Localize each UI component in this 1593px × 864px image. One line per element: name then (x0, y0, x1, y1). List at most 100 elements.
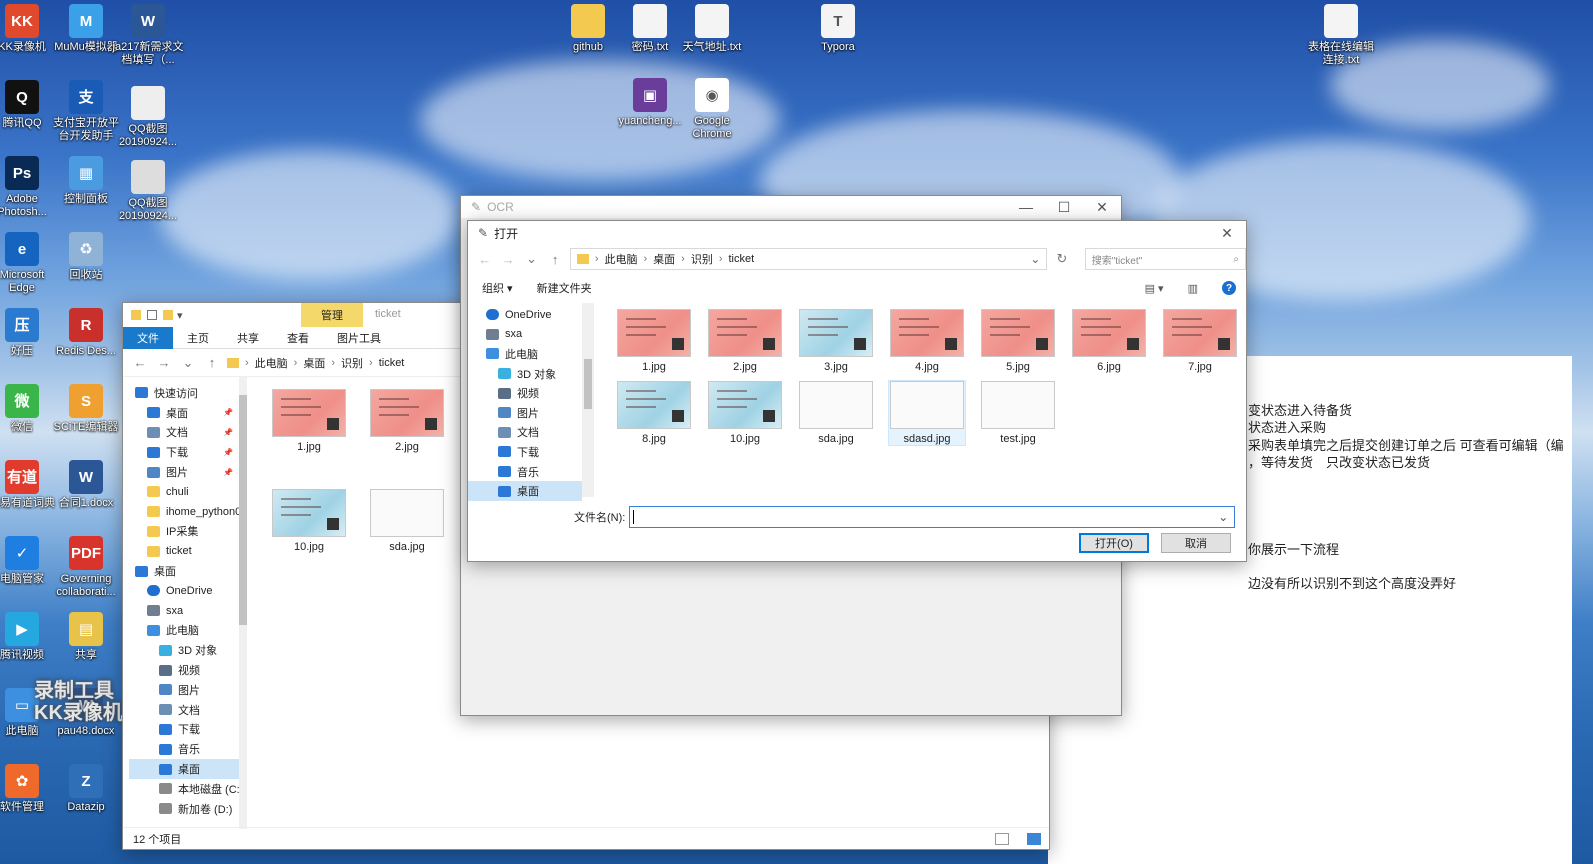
file-thumbnail[interactable]: 6.jpg (1071, 309, 1147, 373)
breadcrumb-item[interactable]: 桌面 (303, 355, 325, 371)
breadcrumb-item[interactable]: 识别 (691, 251, 713, 267)
desktop-shortcut[interactable]: S SCiTE编辑器 (50, 384, 122, 434)
maximize-icon[interactable]: ☐ (1045, 199, 1083, 216)
breadcrumb-separator-icon[interactable]: › (245, 357, 249, 369)
desktop-shortcut[interactable]: ▤ 共享 (50, 612, 122, 662)
nav-tree-item[interactable]: OneDrive (129, 581, 239, 601)
forward-arrow-icon[interactable]: → (155, 355, 173, 370)
new-folder-button[interactable]: 新建文件夹 (537, 280, 592, 296)
pin-icon[interactable]: 📌 (223, 428, 233, 437)
nav-tree-item[interactable]: OneDrive (468, 305, 582, 325)
nav-tree-item[interactable]: 视频 (468, 383, 582, 403)
file-thumbnail[interactable]: sda.jpg (369, 489, 445, 553)
back-arrow-icon[interactable]: ← (131, 355, 149, 370)
nav-tree-item[interactable]: 音乐 (468, 462, 582, 482)
ribbon-tab[interactable]: 主页 (173, 327, 223, 349)
ribbon-tab[interactable]: 文件 (123, 326, 173, 349)
nav-tree-item[interactable]: 文档 📌 (129, 423, 239, 443)
scrollbar-thumb[interactable] (584, 359, 592, 409)
details-view-icon[interactable] (995, 832, 1009, 845)
breadcrumb-item[interactable]: 桌面 (653, 251, 675, 267)
preview-pane-icon[interactable]: ▥ (1188, 282, 1198, 295)
nav-tree-item[interactable]: IP采集 (129, 522, 239, 542)
file-thumbnail[interactable]: 7.jpg (1162, 309, 1238, 373)
breadcrumb-separator-icon[interactable]: › (681, 253, 685, 265)
file-thumbnail[interactable]: 3.jpg (798, 309, 874, 373)
ribbon-manage-tab[interactable]: 管理 (301, 303, 363, 327)
breadcrumb-separator-icon[interactable]: › (369, 357, 373, 369)
nav-tree-item[interactable]: 下载 (129, 720, 239, 740)
nav-tree-item[interactable]: 本地磁盘 (C:) (129, 779, 239, 799)
file-thumbnail[interactable]: 1.jpg (616, 309, 692, 373)
file-thumbnail[interactable]: test.jpg (980, 381, 1056, 445)
scrollbar-thumb[interactable] (239, 395, 247, 625)
file-thumbnail[interactable]: sda.jpg (798, 381, 874, 445)
filename-input[interactable]: ⌄ (629, 506, 1236, 528)
file-thumbnail[interactable]: 2.jpg (369, 389, 445, 453)
recent-dropdown-icon[interactable]: ⌄ (523, 251, 540, 267)
breadcrumb-item[interactable]: 此电脑 (255, 355, 288, 371)
breadcrumb-separator-icon[interactable]: › (331, 357, 335, 369)
change-view-icon[interactable]: ▤ ▾ (1145, 282, 1164, 295)
nav-tree-item[interactable]: ihome_python0 (129, 502, 239, 522)
nav-tree-item[interactable]: 下载 📌 (129, 442, 239, 462)
nav-tree-item[interactable]: 图片 (468, 403, 582, 423)
desktop-shortcut[interactable]: QQ截图20190924... (112, 160, 184, 223)
breadcrumb-separator-icon[interactable]: › (595, 253, 599, 265)
desktop-shortcut[interactable]: Wja217新需求文档填写（... (112, 4, 184, 67)
nav-tree-item[interactable]: 视频 (129, 660, 239, 680)
breadcrumb-item[interactable]: 此电脑 (604, 251, 637, 267)
search-icon[interactable]: ⌕ (1233, 254, 1239, 265)
file-thumbnail[interactable]: 1.jpg (271, 389, 347, 453)
pin-icon[interactable]: 📌 (223, 408, 233, 417)
nav-tree-item[interactable]: 新加卷 (D:) (129, 799, 239, 819)
nav-tree-item[interactable]: sxa (129, 601, 239, 621)
nav-tree-item[interactable]: 文档 (129, 700, 239, 720)
minimize-icon[interactable]: — (1007, 199, 1045, 215)
nav-tree-item[interactable]: chuli (129, 482, 239, 502)
breadcrumb-item[interactable]: 识别 (341, 355, 363, 371)
ribbon-tab[interactable]: 图片工具 (323, 327, 395, 349)
pin-icon[interactable]: 📌 (223, 448, 233, 457)
dialog-close-icon[interactable]: ✕ (1208, 225, 1246, 242)
breadcrumb-separator-icon[interactable]: › (719, 253, 723, 265)
desktop-shortcut[interactable]: ♻ 回收站 (50, 232, 122, 282)
desktop-shortcut[interactable]: Z Datazip (50, 764, 122, 814)
search-box[interactable]: 搜索"ticket" ⌕ (1084, 248, 1246, 270)
nav-tree-item[interactable]: 音乐 (129, 739, 239, 759)
file-thumbnail[interactable]: 10.jpg (707, 381, 783, 445)
file-thumbnail[interactable]: 4.jpg (889, 309, 965, 373)
nav-tree-item[interactable]: 3D 对象 (129, 640, 239, 660)
help-icon[interactable]: ? (1222, 281, 1236, 295)
back-arrow-icon[interactable]: ← (476, 252, 493, 267)
ribbon-tab[interactable]: 共享 (223, 327, 273, 349)
desktop-shortcut[interactable]: 表格在线编辑连接.txt (1305, 4, 1377, 67)
recent-dropdown-icon[interactable]: ⌄ (179, 355, 197, 371)
dialog-breadcrumb[interactable]: › 此电脑 › 桌面 › 识别 › ticket (595, 251, 754, 267)
search-input[interactable]: 搜索"ticket" (1092, 252, 1142, 267)
up-arrow-icon[interactable]: ↑ (203, 355, 221, 370)
nav-tree-item[interactable]: 3D 对象 (468, 364, 582, 384)
filename-dropdown-icon[interactable]: ⌄ (1218, 510, 1228, 524)
desktop-shortcut[interactable]: R Redis Des... (50, 308, 122, 358)
breadcrumb-separator-icon[interactable]: › (294, 357, 298, 369)
breadcrumb-separator-icon[interactable]: › (643, 253, 647, 265)
nav-tree-item[interactable]: 图片 📌 (129, 462, 239, 482)
breadcrumb-item[interactable]: ticket (379, 357, 405, 369)
file-thumbnail[interactable]: 10.jpg (271, 489, 347, 553)
properties-icon[interactable] (147, 310, 157, 320)
nav-tree-item[interactable]: ticket (129, 541, 239, 561)
open-button[interactable]: 打开(O) (1079, 533, 1149, 553)
close-icon[interactable]: ✕ (1083, 199, 1121, 216)
new-folder-icon[interactable] (163, 310, 173, 320)
dialog-tree-scrollbar[interactable] (582, 303, 594, 497)
file-thumbnail[interactable]: sdasd.jpg (888, 380, 966, 446)
nav-tree-item[interactable]: 桌面 📌 (129, 403, 239, 423)
desktop-shortcut[interactable]: ◉ Google Chrome (676, 78, 748, 141)
nav-tree-item[interactable]: 此电脑 (129, 621, 239, 641)
address-dropdown-icon[interactable]: ⌄ (1030, 252, 1040, 266)
nav-tree-item[interactable]: 文档 (468, 423, 582, 443)
file-thumbnail[interactable]: 5.jpg (980, 309, 1056, 373)
forward-arrow-icon[interactable]: → (499, 252, 516, 267)
dialog-address-bar[interactable]: › 此电脑 › 桌面 › 识别 › ticket ⌄ (569, 248, 1048, 270)
